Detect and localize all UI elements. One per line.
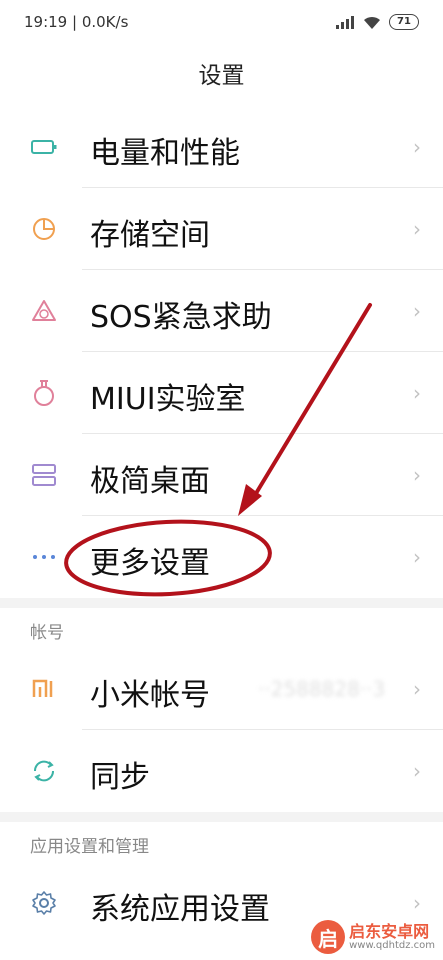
page-title: 设置 [198,63,245,89]
chevron-right-icon: › [413,299,421,323]
settings-item-simple-desktop[interactable]: 极简桌面 › [0,434,443,516]
section-header-apps: 应用设置和管理 [30,837,149,857]
status-icons: 71 [335,12,419,32]
watermark-icon: 启 [311,920,346,954]
settings-item-sos[interactable]: SOS紧急求助 › [0,270,443,352]
section-header-account: 帐号 [30,623,64,643]
watermark-title: 启东安卓网 [349,921,430,941]
chevron-right-icon: › [413,381,421,405]
settings-item-label: 系统应用设置 [90,892,270,927]
chevron-right-icon: › [413,677,421,701]
settings-item-miui-lab[interactable]: MIUI实验室 › [0,352,443,434]
settings-item-label: MIUI实验室 [90,382,246,417]
chevron-right-icon: › [413,891,421,915]
settings-item-label: 极简桌面 [90,464,210,499]
sync-icon [30,757,58,785]
chevron-right-icon: › [413,759,421,783]
gear-icon [30,889,58,917]
battery-indicator: 71 [389,14,419,30]
status-time-netspeed: 19:19 | 0.0K/s [24,13,129,31]
watermark-logo: 启 启东安卓网 www.qdhtdz.com [311,920,435,954]
mi-logo-icon [30,675,58,703]
watermark-text: 启东安卓网 www.qdhtdz.com [349,923,435,952]
flask-icon [30,379,58,407]
status-bar: 19:19 | 0.0K/s 71 [0,0,443,46]
settings-item-storage[interactable]: 存储空间 › [0,188,443,270]
chevron-right-icon: › [413,545,421,569]
chevron-right-icon: › [413,135,421,159]
sos-icon [30,297,58,325]
settings-item-label: SOS紧急求助 [90,300,272,335]
settings-item-label: 同步 [90,760,150,795]
signal-icon [336,16,354,29]
settings-item-label: 存储空间 [90,218,210,253]
chevron-right-icon: › [413,217,421,241]
chevron-right-icon: › [413,463,421,487]
settings-item-mi-account[interactable]: 小米帐号 ··2588828··3 › [0,648,443,730]
pie-chart-icon [30,215,58,243]
settings-item-more[interactable]: 更多设置 › [0,516,443,598]
settings-item-label: 小米帐号 [90,678,210,713]
battery-icon [30,133,58,161]
wifi-icon [364,16,380,29]
section-gap [0,598,443,608]
simple-desktop-icon [30,461,58,489]
account-id-value: ··2588828··3 [258,677,386,701]
settings-item-label: 更多设置 [90,546,210,581]
settings-item-label: 电量和性能 [90,136,240,171]
watermark-url: www.qdhtdz.com [349,940,435,952]
more-dots-icon [30,543,58,571]
section-gap [0,812,443,822]
settings-item-sync[interactable]: 同步 › [0,730,443,812]
settings-item-battery[interactable]: 电量和性能 › [0,106,443,188]
